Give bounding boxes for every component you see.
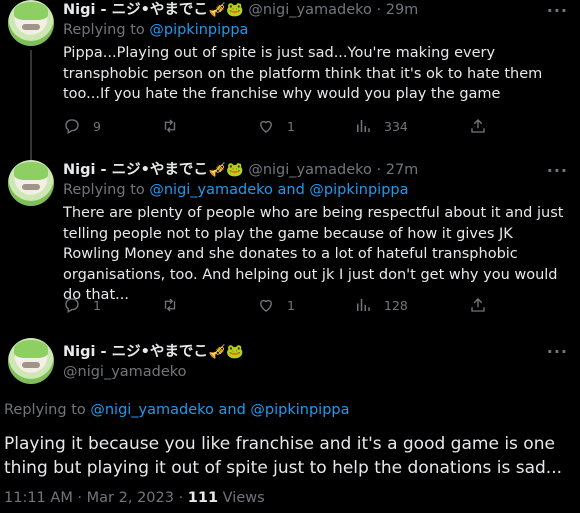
tweet-header: Nigi - ニジ•やまでこ🎺🐸 xyxy=(63,342,244,362)
handle[interactable]: @nigi_yamadeko xyxy=(248,2,372,18)
separator: · xyxy=(371,162,386,178)
replying-to-prefix: Replying to xyxy=(63,22,145,38)
like-button[interactable]: 1 xyxy=(257,117,295,135)
separator: · xyxy=(371,2,386,18)
views-label: Views xyxy=(218,490,265,506)
analytics-icon xyxy=(357,120,370,132)
share-icon xyxy=(471,298,485,312)
retweet-icon xyxy=(164,119,176,133)
views-count: 334 xyxy=(384,118,408,134)
reply-count: 1 xyxy=(93,297,101,313)
tweet-text: There are plenty of people who are being… xyxy=(63,205,564,303)
views-count: 128 xyxy=(384,297,408,313)
reply-icon xyxy=(65,119,79,134)
replying-to: Replying to @nigi_yamadeko and @pipkinpi… xyxy=(4,402,350,418)
name-emoji: 🎺🐸 xyxy=(208,2,244,18)
tweet-actions: 1 1 128 xyxy=(63,296,493,316)
display-name[interactable]: Nigi - ニジ•やまでこ xyxy=(63,2,208,18)
main-tweet: Nigi - ニジ•やまでこ🎺🐸 @nigi_yamadeko ··· Repl… xyxy=(0,330,580,513)
reply-icon xyxy=(65,298,79,313)
name-emoji: 🎺🐸 xyxy=(208,162,244,178)
retweet-button[interactable] xyxy=(161,296,191,314)
replying-to-prefix: Replying to xyxy=(63,182,145,198)
tweet-1[interactable]: Nigi - ニジ•やまでこ🎺🐸 @nigi_yamadeko · 29m ··… xyxy=(0,0,580,152)
more-options-button[interactable]: ··· xyxy=(547,161,568,180)
thread-line xyxy=(30,50,32,152)
like-count: 1 xyxy=(287,297,295,313)
avatar[interactable] xyxy=(8,0,54,46)
tweet-header: Nigi - ニジ•やまでこ🎺🐸 @nigi_yamadeko · 29m xyxy=(63,0,418,20)
timestamp[interactable]: 27m xyxy=(386,162,419,178)
reply-button[interactable]: 9 xyxy=(63,117,101,135)
more-options-button[interactable]: ··· xyxy=(547,1,568,20)
thread-line xyxy=(30,152,32,160)
heart-icon xyxy=(260,299,272,312)
timestamp[interactable]: 11:11 AM · Mar 2, 2023 · xyxy=(4,490,188,506)
replying-to-link[interactable]: @pipkinpippa xyxy=(149,22,248,38)
like-count: 1 xyxy=(287,118,295,134)
timestamp[interactable]: 29m xyxy=(386,2,419,18)
retweet-button[interactable] xyxy=(161,117,191,135)
name-emoji: 🎺🐸 xyxy=(208,344,244,360)
display-name[interactable]: Nigi - ニジ•やまでこ xyxy=(63,344,208,360)
tweet-meta: 11:11 AM · Mar 2, 2023 · 111 Views xyxy=(4,490,265,506)
handle-row: @nigi_yamadeko xyxy=(63,362,187,382)
more-options-button[interactable]: ··· xyxy=(547,342,568,361)
display-name[interactable]: Nigi - ニジ•やまでこ xyxy=(63,162,208,178)
replying-to: Replying to @nigi_yamadeko and @pipkinpi… xyxy=(63,182,409,198)
heart-icon xyxy=(260,120,272,133)
views-count: 111 xyxy=(187,490,219,506)
avatar[interactable] xyxy=(8,338,54,384)
handle[interactable]: @nigi_yamadeko xyxy=(248,162,372,178)
like-button[interactable]: 1 xyxy=(257,296,295,314)
replying-to-link[interactable]: @nigi_yamadeko and @pipkinpippa xyxy=(149,182,408,198)
share-icon xyxy=(471,119,485,133)
tweet-text: Pippa...Playing out of spite is just sad… xyxy=(63,45,543,102)
replying-to-link[interactable]: @nigi_yamadeko and @pipkinpippa xyxy=(90,402,349,418)
tweet-header: Nigi - ニジ•やまでこ🎺🐸 @nigi_yamadeko · 27m xyxy=(63,160,418,180)
reply-count: 9 xyxy=(93,118,101,134)
views-button[interactable]: 334 xyxy=(354,117,408,135)
share-button[interactable] xyxy=(469,296,499,314)
replying-to-prefix: Replying to xyxy=(4,402,86,418)
tweet-actions: 9 1 334 xyxy=(63,117,493,137)
avatar[interactable] xyxy=(8,160,54,206)
views-button[interactable]: 128 xyxy=(354,296,408,314)
tweet-text: Playing it because you like franchise an… xyxy=(4,434,562,478)
replying-to: Replying to @pipkinpippa xyxy=(63,22,248,38)
analytics-icon xyxy=(357,299,370,311)
share-button[interactable] xyxy=(469,117,499,135)
retweet-icon xyxy=(164,298,176,312)
tweet-2[interactable]: Nigi - ニジ•やまでこ🎺🐸 @nigi_yamadeko · 27m ··… xyxy=(0,152,580,322)
reply-button[interactable]: 1 xyxy=(63,296,101,314)
handle[interactable]: @nigi_yamadeko xyxy=(63,364,187,380)
